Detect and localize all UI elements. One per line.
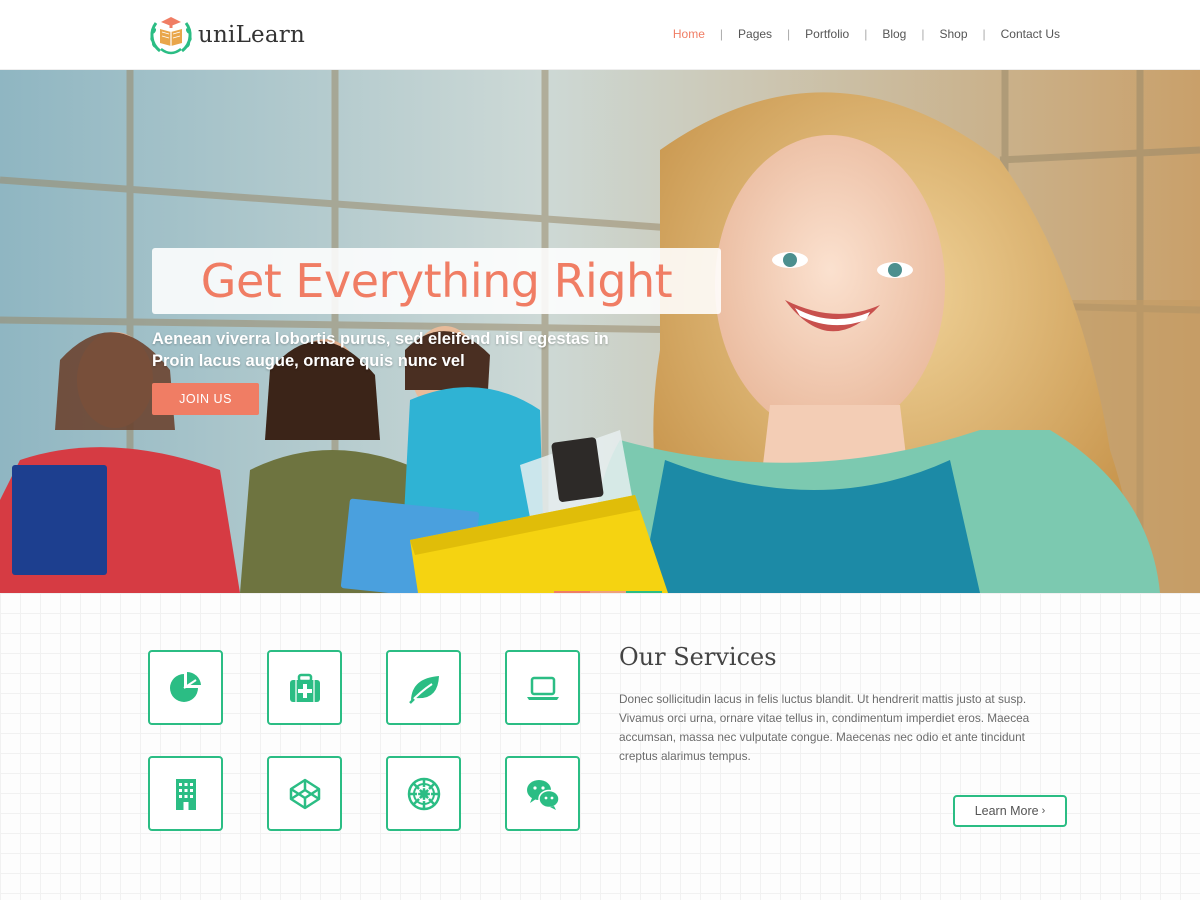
learn-more-button[interactable]: Learn More ›: [953, 795, 1067, 827]
wechat-icon: [526, 779, 560, 810]
nav-home[interactable]: Home: [673, 27, 705, 41]
nav-separator: |: [864, 27, 868, 41]
site-header: uniLearn Home | Pages | Portfolio | Blog…: [0, 0, 1200, 70]
leaf-icon: [408, 675, 439, 704]
medkit-icon: [289, 673, 320, 702]
services-title: Our Services: [619, 643, 777, 671]
service-health-tile[interactable]: [267, 650, 342, 725]
hero-title: Get Everything Right: [200, 254, 673, 308]
nav-separator: |: [921, 27, 925, 41]
building-icon: [175, 778, 196, 810]
service-analytics-tile[interactable]: [148, 650, 223, 725]
service-chat-tile[interactable]: [505, 756, 580, 831]
services-section: Our Services Donec sollicitudin lacus in…: [0, 593, 1200, 900]
logo-laurel-book-icon: [150, 17, 192, 55]
site-name: uniLearn: [198, 22, 305, 48]
codepen-icon: [289, 778, 320, 809]
service-code-tile[interactable]: [267, 756, 342, 831]
service-computing-tile[interactable]: [505, 650, 580, 725]
site-logo[interactable]: uniLearn: [146, 11, 305, 59]
nav-separator: |: [982, 27, 986, 41]
laptop-icon: [526, 676, 559, 700]
services-description: Donec sollicitudin lacus in felis luctus…: [619, 692, 1030, 763]
service-nature-tile[interactable]: [386, 650, 461, 725]
pie-chart-icon: [169, 671, 201, 702]
nav-blog[interactable]: Blog: [882, 27, 906, 41]
nav-separator: |: [787, 27, 791, 41]
service-emblem-tile[interactable]: [386, 756, 461, 831]
hero-title-box: Get Everything Right: [152, 248, 721, 314]
hero-slider: Get Everything Right Aenean viverra lobo…: [0, 70, 1200, 593]
nav-shop[interactable]: Shop: [939, 27, 967, 41]
empire-icon: [407, 777, 440, 810]
nav-portfolio[interactable]: Portfolio: [805, 27, 849, 41]
nav-pages[interactable]: Pages: [738, 27, 772, 41]
main-nav: Home | Pages | Portfolio | Blog | Shop |…: [673, 27, 1060, 41]
chevron-right-icon: ›: [1041, 805, 1046, 817]
hero-subtitle: Aenean viverra lobortis purus, sed eleif…: [152, 330, 609, 370]
learn-more-label: Learn More: [974, 804, 1039, 818]
nav-contact-us[interactable]: Contact Us: [1001, 27, 1060, 41]
join-us-button[interactable]: JOIN US: [152, 383, 259, 415]
nav-separator: |: [719, 27, 724, 41]
service-building-tile[interactable]: [148, 756, 223, 831]
